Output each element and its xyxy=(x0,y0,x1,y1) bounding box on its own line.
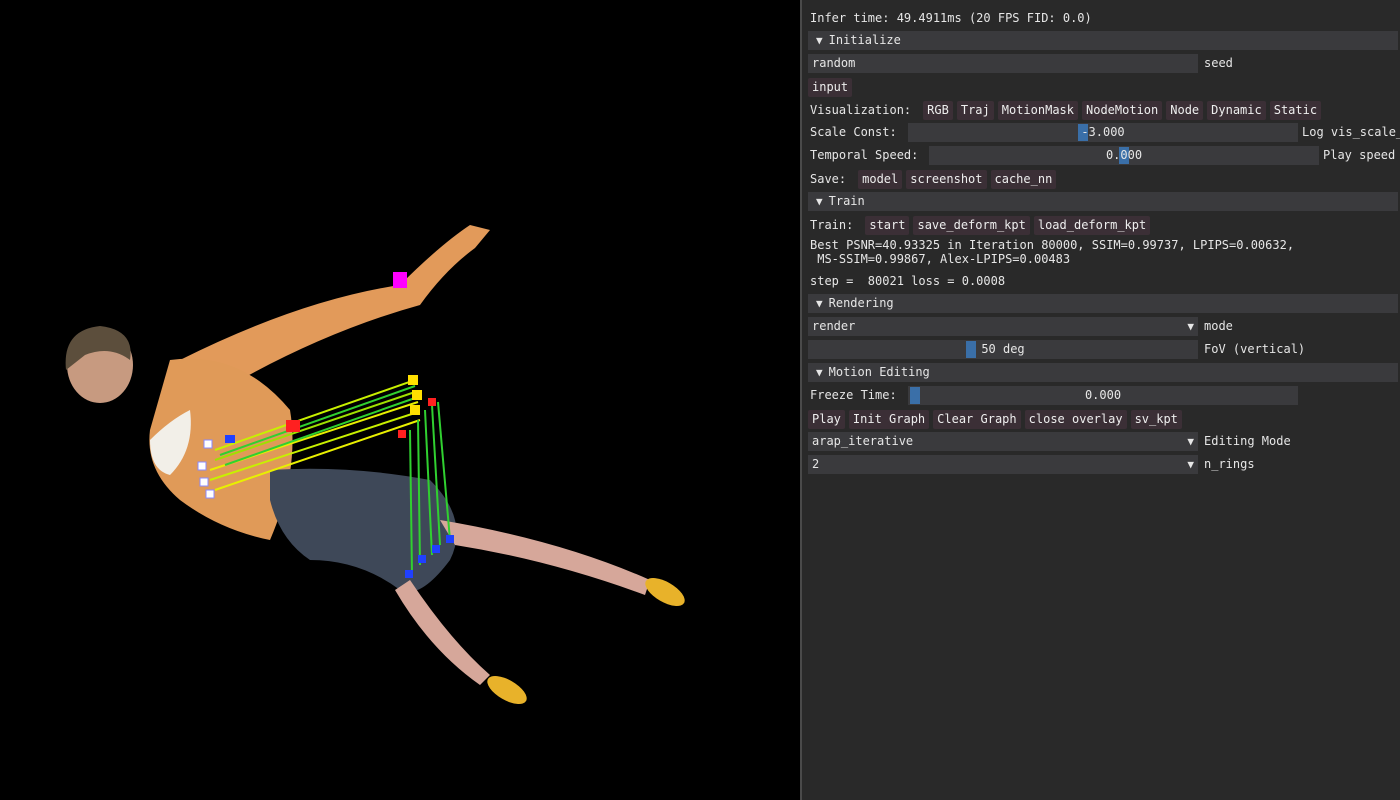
freeze-time-value: 0.000 xyxy=(1084,388,1122,402)
play-button[interactable]: Play xyxy=(808,410,845,429)
dropdown-arrow-icon: ▼ xyxy=(1187,320,1194,333)
train-label: Train: xyxy=(810,218,854,232)
save-row: Save: model screenshot cache_nn xyxy=(810,169,1060,189)
input-button[interactable]: input xyxy=(808,78,853,97)
render-viewport[interactable] xyxy=(0,0,800,800)
visualization-row: Visualization: RGB Traj MotionMask NodeMotio… xyxy=(810,100,1325,120)
render-mode-label: mode xyxy=(1204,319,1233,333)
infer-time-text: Infer time: 49.4911ms (20 FPS FID: 0.0) xyxy=(810,11,1092,25)
collapse-triangle-icon: ▼ xyxy=(816,366,823,379)
dropdown-arrow-icon: ▼ xyxy=(1187,458,1194,471)
train-header[interactable]: ▼ Train xyxy=(808,192,1398,211)
figure-arm xyxy=(180,225,490,380)
motion-editing-header[interactable]: ▼ Motion Editing xyxy=(808,363,1398,382)
close-overlay-button[interactable]: close overlay xyxy=(1024,410,1127,429)
vis-traj-button[interactable]: Traj xyxy=(956,101,994,120)
metrics-line-1: Best PSNR=40.93325 in Iteration 80000, S… xyxy=(810,238,1295,252)
vis-rgb-button[interactable]: RGB xyxy=(923,101,953,120)
rendering-header[interactable]: ▼ Rendering xyxy=(808,294,1398,313)
n-rings-dropdown[interactable]: 2 ▼ xyxy=(808,455,1198,474)
init-graph-button[interactable]: Init Graph xyxy=(848,410,930,429)
seed-field[interactable]: random xyxy=(808,54,1198,73)
scale-const-label: Scale Const: xyxy=(810,125,897,139)
scale-const-suffix: Log vis_scale_ xyxy=(1302,125,1400,139)
seed-label: seed xyxy=(1204,56,1233,70)
vis-static-button[interactable]: Static xyxy=(1269,101,1322,120)
freeze-time-slider[interactable]: 0.000 xyxy=(908,386,1298,405)
scale-const-value: -3.000 xyxy=(1081,125,1125,139)
freeze-time-label: Freeze Time: xyxy=(810,388,897,402)
editing-mode-value: arap_iterative xyxy=(812,434,914,448)
save-label: Save: xyxy=(810,172,847,186)
initialize-header-label: Initialize xyxy=(828,33,901,47)
save-cache-nn-button[interactable]: cache_nn xyxy=(990,170,1057,189)
collapse-triangle-icon: ▼ xyxy=(816,195,823,208)
editing-mode-dropdown[interactable]: arap_iterative ▼ xyxy=(808,432,1198,451)
temporal-speed-suffix: Play speed xyxy=(1323,148,1396,162)
keypoint-magenta xyxy=(393,272,407,288)
temporal-speed-value: 0.000 xyxy=(1105,148,1143,162)
motion-editing-header-label: Motion Editing xyxy=(828,365,930,379)
control-panel: Infer time: 49.4911ms (20 FPS FID: 0.0) … xyxy=(800,0,1400,800)
save-deform-kpt-button[interactable]: save_deform_kpt xyxy=(913,216,1030,235)
rendering-header-label: Rendering xyxy=(828,296,894,310)
n-rings-value: 2 xyxy=(812,457,820,471)
temporal-speed-label: Temporal Speed: xyxy=(810,148,919,162)
fov-value: 50 deg xyxy=(981,342,1025,356)
rendered-scene xyxy=(65,225,685,704)
collapse-triangle-icon: ▼ xyxy=(816,34,823,47)
visualization-label: Visualization: xyxy=(810,103,912,117)
motion-buttons-row: Play Init Graph Clear Graph close overlay sv… xyxy=(808,409,1186,429)
train-start-button[interactable]: start xyxy=(865,216,910,235)
train-header-label: Train xyxy=(828,194,865,208)
save-model-button[interactable]: model xyxy=(858,170,903,189)
scale-const-slider[interactable]: -3.000 xyxy=(908,123,1298,142)
render-mode-value: render xyxy=(812,319,856,333)
temporal-speed-slider[interactable]: 0.000 xyxy=(929,146,1319,165)
dropdown-arrow-icon: ▼ xyxy=(1187,435,1194,448)
freeze-time-grab[interactable] xyxy=(910,387,920,404)
vis-nodemotion-button[interactable]: NodeMotion xyxy=(1082,101,1163,120)
render-mode-dropdown[interactable]: render ▼ xyxy=(808,317,1198,336)
figure-leg-right xyxy=(440,520,650,595)
save-screenshot-button[interactable]: screenshot xyxy=(906,170,987,189)
editing-mode-label: Editing Mode xyxy=(1204,434,1291,448)
collapse-triangle-icon: ▼ xyxy=(816,297,823,310)
metrics-line-2: MS-SSIM=0.99867, Alex-LPIPS=0.00483 xyxy=(810,252,1071,266)
vis-motionmask-button[interactable]: MotionMask xyxy=(997,101,1078,120)
load-deform-kpt-button[interactable]: load_deform_kpt xyxy=(1033,216,1151,235)
fov-grab[interactable] xyxy=(966,341,976,358)
figure-leg-left xyxy=(395,580,490,685)
figure-shoe-left xyxy=(487,676,527,704)
vis-node-button[interactable]: Node xyxy=(1166,101,1204,120)
vis-dynamic-button[interactable]: Dynamic xyxy=(1207,101,1266,120)
sv-kpt-button[interactable]: sv_kpt xyxy=(1130,410,1182,429)
figure-shoe-right xyxy=(645,578,685,606)
fov-slider[interactable]: 50 deg xyxy=(808,340,1198,359)
initialize-header[interactable]: ▼ Initialize xyxy=(808,31,1398,50)
clear-graph-button[interactable]: Clear Graph xyxy=(933,410,1021,429)
n-rings-label: n_rings xyxy=(1204,457,1255,471)
train-row: Train: start save_deform_kpt load_deform_kp… xyxy=(810,215,1154,235)
fov-label: FoV (vertical) xyxy=(1204,342,1306,356)
step-loss-text: step = 80021 loss = 0.0008 xyxy=(810,274,1006,288)
